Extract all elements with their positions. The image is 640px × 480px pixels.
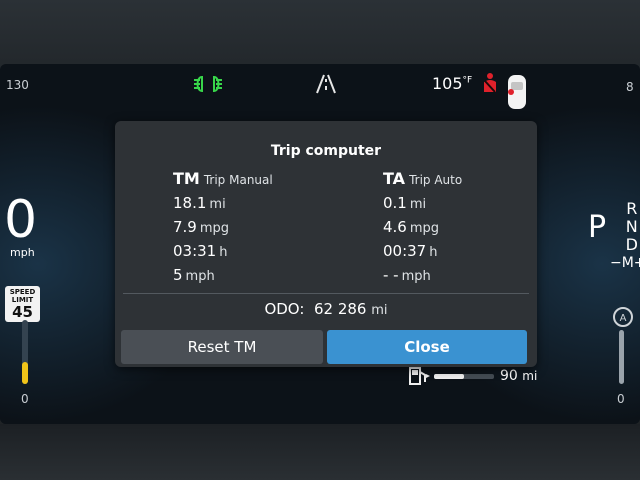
dialog-divider: [123, 293, 529, 294]
right-gauge-bar: [619, 330, 624, 384]
headlight-icon: [194, 75, 222, 93]
right-gauge-min: 0: [617, 392, 625, 406]
gear-current: P: [588, 210, 607, 245]
speed-limit-label-1: SPEED: [9, 288, 36, 296]
seatbelt-warning-icon: [484, 73, 496, 93]
trip-computer-dialog: Trip computer TM Trip Manual 18.1 mi 7.9 mp…: [115, 121, 537, 367]
fuel-pump-icon: [409, 367, 430, 385]
ta-time: 00:37 h: [383, 242, 438, 260]
trip-auto-header: TA Trip Auto: [383, 169, 463, 188]
gear-d: D: [625, 235, 638, 254]
left-gauge-max: 130: [6, 78, 29, 92]
auto-start-stop-icon: A: [613, 307, 633, 327]
tm-avg-speed: 5 mph: [173, 266, 215, 284]
right-gauge-max: 8: [626, 80, 634, 94]
speed-limit-sign: SPEED LIMIT 45: [5, 286, 40, 322]
left-gauge-fill: [22, 362, 28, 384]
gear-options: R N D −M+: [610, 199, 640, 272]
tm-fuel-economy: 7.9 mpg: [173, 218, 230, 236]
left-gauge-min: 0: [21, 392, 29, 406]
car-status-icon: [508, 75, 526, 109]
dialog-title: Trip computer: [270, 143, 382, 159]
speed-unit: mph: [10, 246, 35, 259]
trip-auto-column: TA Trip Auto 0.1 mi 4.6 mpg 00:37 h - - mph: [383, 169, 462, 288]
gear-n: N: [625, 217, 638, 236]
ta-avg-speed: - - mph: [383, 266, 431, 284]
svg-text:A: A: [620, 313, 627, 324]
fuel-level-fill: [434, 374, 464, 379]
fuel-range: 90 mi: [500, 368, 538, 384]
reset-tm-button[interactable]: Reset TM: [121, 330, 323, 364]
dashboard-trim-top: [0, 0, 640, 70]
gear-r: R: [626, 199, 638, 218]
lane-assist-icon: [316, 74, 336, 94]
outside-temperature: 105°F: [432, 74, 473, 93]
odometer: ODO: 62 286 mi: [264, 300, 388, 318]
speed-limit-value: 45: [12, 303, 33, 321]
trip-manual-header: TM Trip Manual: [173, 169, 273, 188]
tm-distance: 18.1 mi: [173, 194, 226, 212]
gear-manual: −M+: [610, 255, 640, 271]
close-button[interactable]: Close: [327, 330, 527, 364]
ta-distance: 0.1 mi: [383, 194, 427, 212]
ta-fuel-economy: 4.6 mpg: [383, 218, 440, 236]
tm-time: 03:31 h: [173, 242, 228, 260]
speed-readout: 0: [4, 190, 38, 250]
fuel-level-bar: [434, 374, 494, 379]
left-gauge-bar: [22, 320, 28, 384]
trip-manual-column: TM Trip Manual 18.1 mi 7.9 mpg 03:31 h 5 mph: [173, 169, 273, 288]
dashboard-trim-bottom: [0, 424, 640, 480]
